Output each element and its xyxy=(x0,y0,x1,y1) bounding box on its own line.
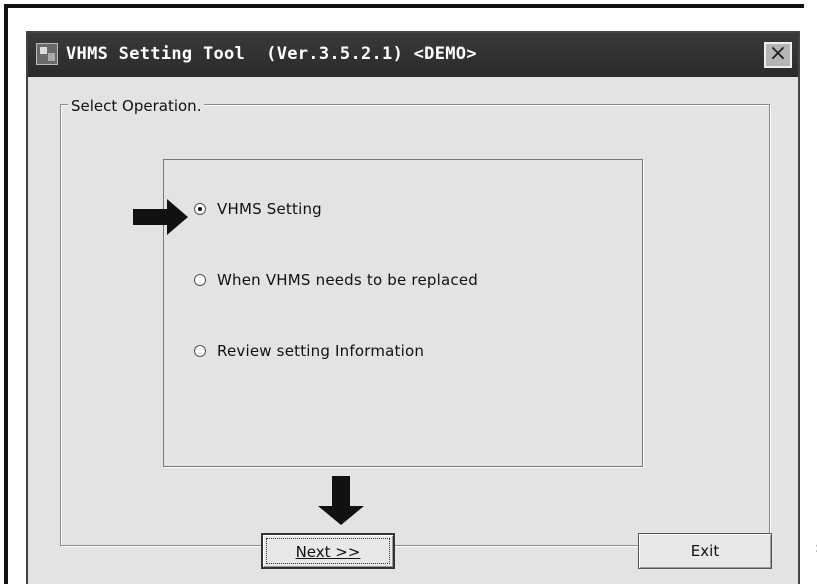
app-icon xyxy=(36,43,58,65)
close-button[interactable]: × xyxy=(764,42,792,68)
radio-label: VHMS Setting xyxy=(217,200,322,218)
next-button[interactable]: Next >> xyxy=(261,533,395,569)
radio-replace-vhms[interactable]: When VHMS needs to be replaced xyxy=(194,271,478,289)
radio-review-information[interactable]: Review setting Information xyxy=(194,342,424,360)
title-bar[interactable]: VHMS Setting Tool (Ver.3.5.2.1) <DEMO> × xyxy=(28,33,798,77)
radio-button-selected[interactable] xyxy=(194,203,206,215)
next-button-label: Next >> xyxy=(295,543,361,561)
arrow-down-icon xyxy=(318,476,364,525)
radio-label: When VHMS needs to be replaced xyxy=(217,271,478,289)
dialog-window: VHMS Setting Tool (Ver.3.5.2.1) <DEMO> ×… xyxy=(26,31,800,584)
group-legend: Select Operation. xyxy=(68,97,205,115)
outer-frame-top xyxy=(4,4,804,8)
window-title: VHMS Setting Tool (Ver.3.5.2.1) <DEMO> xyxy=(66,44,477,64)
close-icon: × xyxy=(768,41,788,66)
exit-button[interactable]: Exit xyxy=(638,533,772,569)
arrow-right-icon xyxy=(133,199,188,235)
radio-button[interactable] xyxy=(194,274,206,286)
radio-button[interactable] xyxy=(194,345,206,357)
radio-label: Review setting Information xyxy=(217,342,425,360)
radio-vhms-setting[interactable]: VHMS Setting xyxy=(194,200,322,218)
exit-button-label: Exit xyxy=(690,542,720,560)
outer-frame-left xyxy=(4,4,8,584)
